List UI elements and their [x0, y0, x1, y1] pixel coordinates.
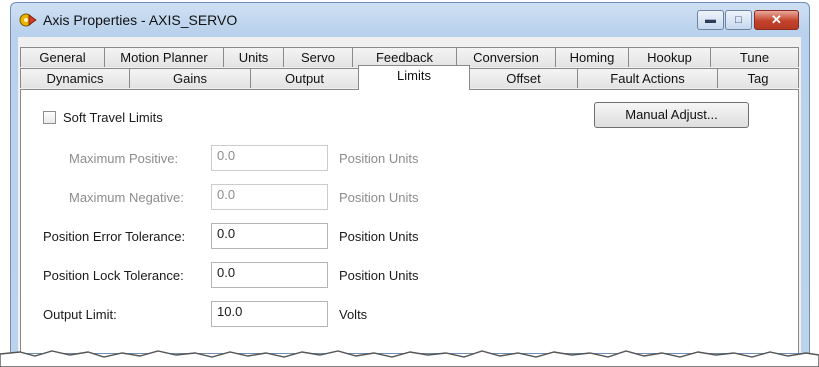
limits-tab-panel: Soft Travel Limits Manual Adjust... Maxi… — [20, 89, 799, 353]
minimize-button[interactable]: ▬ — [697, 10, 724, 30]
tab-row-bottom: Dynamics Gains Output Limits Offset Faul… — [20, 65, 801, 90]
soft-travel-limits-option[interactable]: Soft Travel Limits — [43, 110, 163, 125]
axis-app-icon — [19, 13, 37, 27]
maximum-negative-units: Position Units — [339, 190, 419, 205]
tab-homing[interactable]: Homing — [555, 47, 629, 67]
output-limit-units: Volts — [339, 307, 368, 322]
maximum-positive-units: Position Units — [339, 151, 419, 166]
window-title: Axis Properties - AXIS_SERVO — [43, 12, 238, 28]
position-lock-tolerance-input[interactable]: 0.0 — [211, 262, 328, 288]
tab-servo[interactable]: Servo — [283, 47, 353, 67]
dialog-window: Axis Properties - AXIS_SERVO ▬ □ ✕ Gener… — [10, 2, 810, 354]
tab-general[interactable]: General — [20, 47, 105, 67]
torn-edge — [0, 350, 819, 367]
manual-adjust-button[interactable]: Manual Adjust... — [594, 102, 749, 128]
tab-feedback[interactable]: Feedback — [352, 47, 457, 67]
tab-units[interactable]: Units — [223, 47, 284, 67]
output-limit-input[interactable]: 10.0 — [211, 301, 328, 327]
tab-tune[interactable]: Tune — [710, 47, 799, 67]
position-error-tolerance-label: Position Error Tolerance: — [43, 229, 186, 244]
tab-offset[interactable]: Offset — [469, 68, 578, 88]
maximum-positive-label: Maximum Positive: — [69, 151, 179, 166]
soft-travel-limits-label: Soft Travel Limits — [63, 110, 163, 125]
maximize-icon: □ — [735, 14, 742, 26]
tab-dynamics[interactable]: Dynamics — [20, 68, 130, 88]
position-lock-tolerance-label: Position Lock Tolerance: — [43, 268, 184, 283]
tab-hookup[interactable]: Hookup — [628, 47, 711, 67]
tab-conversion[interactable]: Conversion — [456, 47, 556, 67]
position-error-tolerance-input[interactable]: 0.0 — [211, 223, 328, 249]
tab-gains[interactable]: Gains — [129, 68, 251, 88]
position-lock-tolerance-units: Position Units — [339, 268, 419, 283]
maximize-button[interactable]: □ — [725, 10, 752, 30]
dialog-client-area: General Motion Planner Units Servo Feedb… — [18, 37, 801, 353]
close-icon: ✕ — [771, 12, 782, 27]
maximum-negative-label: Maximum Negative: — [69, 190, 184, 205]
tab-limits[interactable]: Limits — [358, 65, 470, 90]
position-error-tolerance-units: Position Units — [339, 229, 419, 244]
title-bar[interactable]: Axis Properties - AXIS_SERVO ▬ □ ✕ — [11, 3, 809, 37]
tab-motion-planner[interactable]: Motion Planner — [104, 47, 224, 67]
tab-row-top: General Motion Planner Units Servo Feedb… — [20, 47, 801, 67]
minimize-icon: ▬ — [705, 14, 716, 26]
maximum-positive-input[interactable]: 0.0 — [211, 145, 328, 171]
tab-tag[interactable]: Tag — [717, 68, 799, 88]
soft-travel-limits-checkbox[interactable] — [43, 111, 56, 124]
output-limit-label: Output Limit: — [43, 307, 117, 322]
tab-output[interactable]: Output — [250, 68, 359, 88]
maximum-negative-input[interactable]: 0.0 — [211, 184, 328, 210]
tab-fault-actions[interactable]: Fault Actions — [577, 68, 718, 88]
close-button[interactable]: ✕ — [754, 10, 799, 30]
